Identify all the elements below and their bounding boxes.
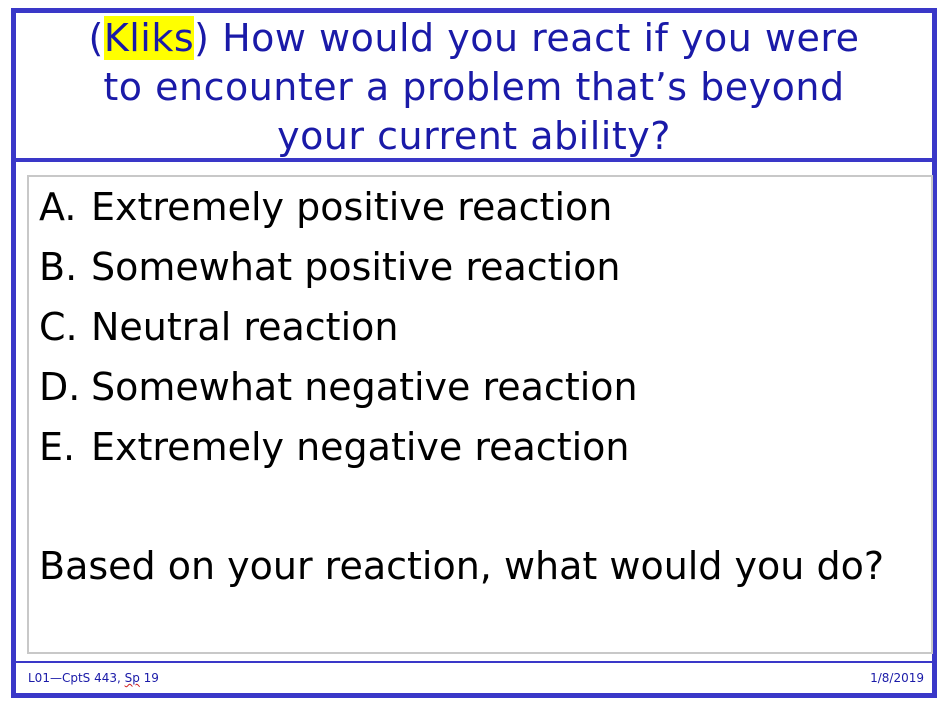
choice-text: Somewhat positive reaction [91, 245, 621, 289]
choice-text: Neutral reaction [91, 305, 399, 349]
choice-text: Somewhat negative reaction [91, 365, 638, 409]
footer-course-sp: Sp [124, 671, 140, 685]
content-box: A. Extremely positive reaction B. Somewhat… [27, 175, 933, 654]
choice-item-a: A. Extremely positive reaction [39, 177, 638, 237]
footer-course: L01—CptS 443, Sp 19 [28, 671, 159, 685]
choice-text: Extremely positive reaction [91, 185, 613, 229]
choice-letter: C. [39, 305, 78, 349]
slide: (Kliks) How would you react if you were t… [11, 8, 937, 698]
footer-course-prefix: L01—CptS 443, [28, 671, 125, 685]
choice-item-d: D. Somewhat negative reaction [39, 357, 638, 417]
title-line2: to encounter a problem that’s beyond [103, 65, 845, 109]
footer-divider [16, 661, 932, 663]
title-line3: your current ability? [277, 114, 671, 158]
choice-text: Extremely negative reaction [91, 425, 630, 469]
choice-item-b: B. Somewhat positive reaction [39, 237, 638, 297]
title-area: (Kliks) How would you react if you were t… [16, 13, 932, 162]
choice-letter: A. [39, 185, 77, 229]
footer-date: 1/8/2019 [870, 671, 924, 685]
title-open-paren: ( [88, 16, 104, 60]
title-line1-rest: ) How would you react if you were [194, 16, 860, 60]
title-highlight: Kliks [103, 16, 195, 60]
choice-item-e: E. Extremely negative reaction [39, 417, 638, 477]
choice-letter: B. [39, 245, 78, 289]
choice-letter: D. [39, 365, 81, 409]
followup-question: Based on your reaction, what would you d… [39, 544, 884, 588]
choice-letter: E. [39, 425, 76, 469]
footer-course-suffix: 19 [139, 671, 159, 685]
slide-title: (Kliks) How would you react if you were t… [16, 14, 932, 161]
choice-item-c: C. Neutral reaction [39, 297, 638, 357]
choice-list: A. Extremely positive reaction B. Somewhat… [39, 177, 638, 477]
